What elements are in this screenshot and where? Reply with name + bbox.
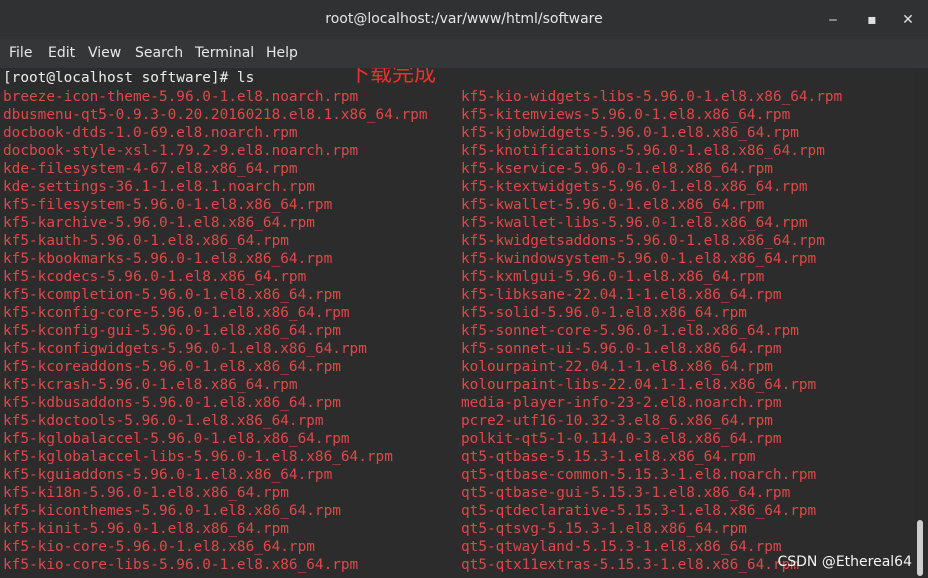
file-entry: kf5-kwindowsystem-5.96.0-1.el8.x86_64.rp… [461,251,817,267]
download-complete-annotation: 下载完成 [348,68,437,87]
file-entry: kf5-kdoctools-5.96.0-1.el8.x86_64.rpm [3,413,324,429]
file-entry: kf5-kservice-5.96.0-1.el8.x86_64.rpm [461,161,773,177]
command-prompt: [root@localhost software]# ls [3,70,255,86]
file-entry: pcre2-utf16-10.32-3.el8_6.x86_64.rpm [461,413,773,429]
file-entry: dbusmenu-qt5-0.9.3-0.20.20160218.el8.1.x… [3,107,428,123]
file-list-left: breeze-icon-theme-5.96.0-1.el8.noarch.rp… [3,88,428,574]
file-entry: kf5-kbookmarks-5.96.0-1.el8.x86_64.rpm [3,251,333,267]
file-entry: qt5-qtsvg-5.15.3-1.el8.x86_64.rpm [461,521,747,537]
file-entry: qt5-qtbase-5.15.3-1.el8.x86_64.rpm [461,449,756,465]
file-entry: kf5-sonnet-core-5.96.0-1.el8.x86_64.rpm [461,323,799,339]
window-titlebar[interactable]: root@localhost:/var/www/html/software ‒ … [0,0,928,39]
file-list-right: kf5-kio-widgets-libs-5.96.0-1.el8.x86_64… [461,88,842,574]
file-entry: kf5-ktextwidgets-5.96.0-1.el8.x86_64.rpm [461,179,808,195]
file-entry: kf5-kcodecs-5.96.0-1.el8.x86_64.rpm [3,269,307,285]
file-entry: kf5-kxmlgui-5.96.0-1.el8.x86_64.rpm [461,269,765,285]
menu-help[interactable]: Help [266,45,298,61]
file-entry: polkit-qt5-1-0.114.0-3.el8.x86_64.rpm [461,431,782,447]
menu-search[interactable]: Search [135,45,183,61]
file-entry: kf5-kwallet-libs-5.96.0-1.el8.x86_64.rpm [461,215,808,231]
file-entry: qt5-qtbase-gui-5.15.3-1.el8.x86_64.rpm [461,485,791,501]
file-entry: kf5-kcoreaddons-5.96.0-1.el8.x86_64.rpm [3,359,341,375]
window-title: root@localhost:/var/www/html/software [325,11,603,27]
file-entry: kf5-kcompletion-5.96.0-1.el8.x86_64.rpm [3,287,341,303]
file-entry: kde-settings-36.1-1.el8.1.noarch.rpm [3,179,315,195]
terminal-output[interactable]: [root@localhost software]# ls 下载完成 breez… [0,68,914,578]
file-entry: kf5-kglobalaccel-5.96.0-1.el8.x86_64.rpm [3,431,350,447]
file-entry: docbook-style-xsl-1.79.2-9.el8.noarch.rp… [3,143,359,159]
close-icon[interactable]: ✕ [897,9,919,31]
file-entry: kf5-kconfig-gui-5.96.0-1.el8.x86_64.rpm [3,323,341,339]
file-entry: qt5-qtdeclarative-5.15.3-1.el8.x86_64.rp… [461,503,817,519]
menu-view[interactable]: View [88,45,121,61]
menu-edit[interactable]: Edit [48,45,75,61]
file-entry: kf5-solid-5.96.0-1.el8.x86_64.rpm [461,305,747,321]
file-entry: kf5-kdbusaddons-5.96.0-1.el8.x86_64.rpm [3,395,341,411]
file-entry: kf5-kcrash-5.96.0-1.el8.x86_64.rpm [3,377,298,393]
minimize-icon[interactable]: ‒ [822,9,844,31]
file-entry: kf5-kglobalaccel-libs-5.96.0-1.el8.x86_6… [3,449,393,465]
file-entry: kf5-kconfig-core-5.96.0-1.el8.x86_64.rpm [3,305,350,321]
file-entry: docbook-dtds-1.0-69.el8.noarch.rpm [3,125,298,141]
file-entry: kf5-kiconthemes-5.96.0-1.el8.x86_64.rpm [3,503,341,519]
file-entry: kf5-kauth-5.96.0-1.el8.x86_64.rpm [3,233,289,249]
file-entry: kf5-kjobwidgets-5.96.0-1.el8.x86_64.rpm [461,125,799,141]
file-entry: kf5-libksane-22.04.1-1.el8.x86_64.rpm [461,287,782,303]
file-entry: kf5-kconfigwidgets-5.96.0-1.el8.x86_64.r… [3,341,367,357]
file-entry: kf5-filesystem-5.96.0-1.el8.x86_64.rpm [3,197,333,213]
terminal-scrollbar[interactable] [914,68,928,578]
file-entry: kf5-kinit-5.96.0-1.el8.x86_64.rpm [3,521,289,537]
scrollbar-thumb[interactable] [917,520,923,576]
menu-terminal[interactable]: Terminal [195,45,254,61]
watermark-text: CSDN @Ethereal64 [777,554,912,570]
file-entry: kf5-kwallet-5.96.0-1.el8.x86_64.rpm [461,197,765,213]
file-entry: kf5-kio-widgets-libs-5.96.0-1.el8.x86_64… [461,89,843,105]
file-entry: kolourpaint-22.04.1-1.el8.x86_64.rpm [461,359,773,375]
file-entry: kf5-kwidgetsaddons-5.96.0-1.el8.x86_64.r… [461,233,825,249]
file-entry: kolourpaint-libs-22.04.1-1.el8.x86_64.rp… [461,377,817,393]
file-entry: kf5-karchive-5.96.0-1.el8.x86_64.rpm [3,215,315,231]
file-entry: breeze-icon-theme-5.96.0-1.el8.noarch.rp… [3,89,359,105]
file-entry: kf5-kitemviews-5.96.0-1.el8.x86_64.rpm [461,107,791,123]
file-entry: media-player-info-23-2.el8.noarch.rpm [461,395,782,411]
file-entry: kf5-ki18n-5.96.0-1.el8.x86_64.rpm [3,485,289,501]
file-entry: kf5-sonnet-ui-5.96.0-1.el8.x86_64.rpm [461,341,782,357]
menu-bar: File Edit View Search Terminal Help [0,39,928,68]
file-entry: kf5-kio-core-5.96.0-1.el8.x86_64.rpm [3,539,315,555]
file-entry: kf5-kio-core-libs-5.96.0-1.el8.x86_64.rp… [3,557,359,573]
file-entry: qt5-qtbase-common-5.15.3-1.el8.noarch.rp… [461,467,817,483]
menu-file[interactable]: File [9,45,32,61]
file-entry: kf5-kguiaddons-5.96.0-1.el8.x86_64.rpm [3,467,333,483]
file-entry: kde-filesystem-4-67.el8.x86_64.rpm [3,161,298,177]
maximize-icon[interactable]: ▪ [861,9,883,31]
file-entry: kf5-knotifications-5.96.0-1.el8.x86_64.r… [461,143,825,159]
